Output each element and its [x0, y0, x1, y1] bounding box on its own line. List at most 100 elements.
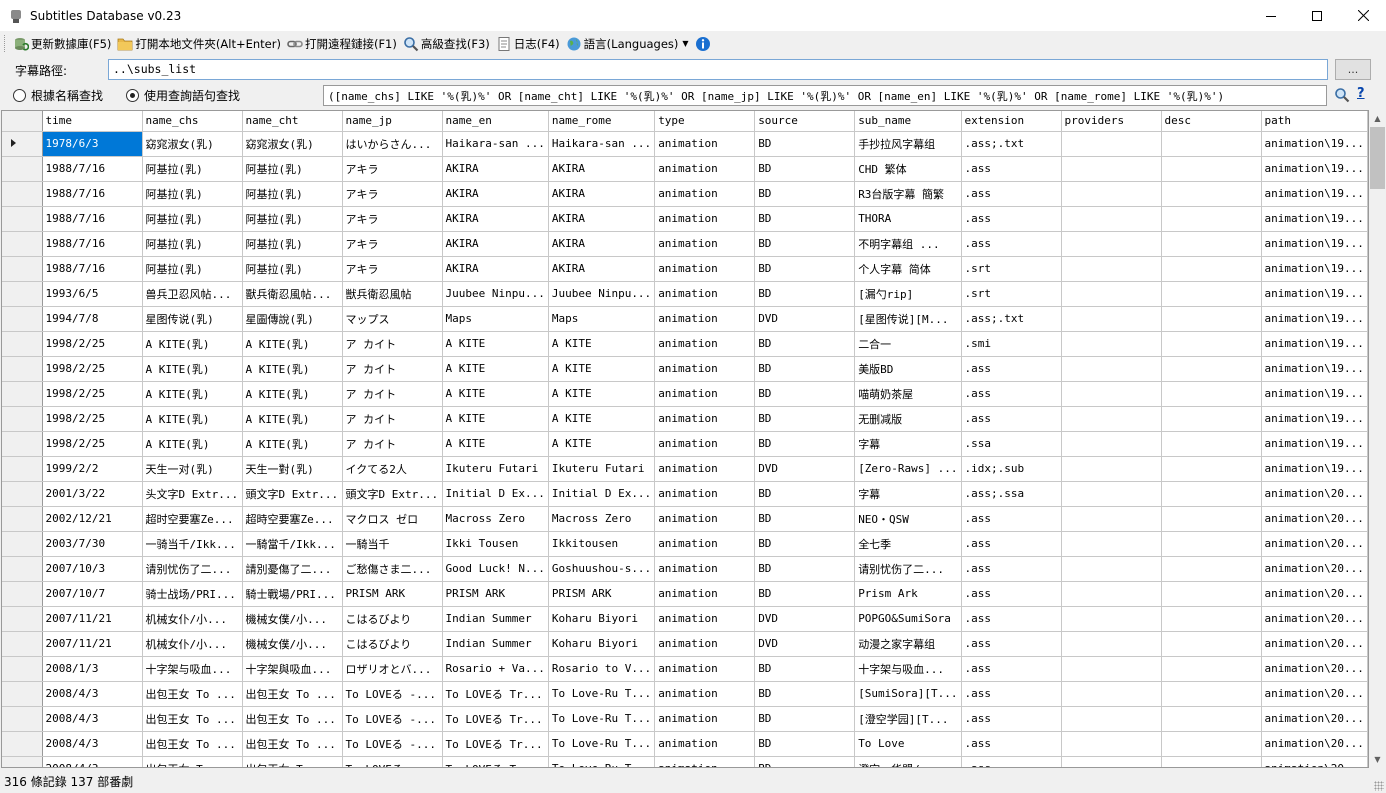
table-cell[interactable]: アキラ [342, 256, 443, 282]
table-cell[interactable]: 1988/7/16 [42, 206, 143, 232]
table-cell[interactable]: BD [754, 756, 856, 767]
table-cell[interactable]: animation\20... [1261, 481, 1368, 507]
table-cell[interactable]: [星图传说][M... [854, 306, 962, 332]
table-cell[interactable] [1061, 706, 1162, 732]
table-cell[interactable]: 阿基拉(乳) [242, 256, 343, 282]
table-cell[interactable]: animation\20... [1261, 631, 1368, 657]
table-cell[interactable] [1161, 181, 1262, 207]
column-header-time[interactable]: time [42, 111, 143, 132]
table-row[interactable]: 2008/4/3出包王女 To ...出包王女 To ...To LOVEる -… [2, 756, 1368, 767]
table-cell[interactable]: 一騎当千 [342, 531, 443, 557]
table-cell[interactable]: To LOVEる Tr... [442, 681, 549, 707]
table-cell[interactable]: animation\19... [1261, 306, 1368, 332]
table-cell[interactable]: animation\19... [1261, 431, 1368, 457]
table-cell[interactable]: .ass [961, 606, 1062, 632]
table-cell[interactable] [1061, 131, 1162, 157]
table-cell[interactable]: 窈窕淑女(乳) [142, 131, 243, 157]
table-cell[interactable]: animation\20... [1261, 581, 1368, 607]
table-cell[interactable]: animation [654, 531, 756, 557]
row-header[interactable] [2, 756, 43, 767]
table-cell[interactable]: animation\19... [1261, 456, 1368, 482]
table-cell[interactable]: .srt [961, 281, 1062, 307]
table-cell[interactable]: 阿基拉(乳) [242, 231, 343, 257]
table-cell[interactable]: animation [654, 606, 756, 632]
table-cell[interactable]: 十字架与吸血... [854, 656, 962, 682]
table-cell[interactable]: 2007/10/3 [42, 556, 143, 582]
table-cell[interactable]: 1998/2/25 [42, 431, 143, 457]
table-cell[interactable]: To LOVEる -... [342, 681, 443, 707]
table-cell[interactable]: animation\20... [1261, 731, 1368, 757]
table-cell[interactable]: animation [654, 456, 756, 482]
table-cell[interactable]: こはるびより [342, 631, 443, 657]
table-cell[interactable]: [SumiSora][T... [854, 681, 962, 707]
table-cell[interactable] [1061, 481, 1162, 507]
table-cell[interactable]: 阿基拉(乳) [242, 181, 343, 207]
table-cell[interactable]: DVD [754, 631, 856, 657]
table-cell[interactable] [1161, 381, 1262, 407]
table-cell[interactable]: .ass [961, 681, 1062, 707]
table-cell[interactable]: A KITE [442, 381, 549, 407]
table-cell[interactable]: 窈窕淑女(乳) [242, 131, 343, 157]
table-cell[interactable]: BD [754, 331, 856, 357]
row-header[interactable] [2, 206, 43, 232]
table-cell[interactable] [1061, 306, 1162, 332]
table-cell[interactable]: ご愁傷さま二... [342, 556, 443, 582]
table-cell[interactable]: Indian Summer [442, 606, 549, 632]
table-cell[interactable]: To Love-Ru T... [548, 731, 656, 757]
table-cell[interactable]: 1994/7/8 [42, 306, 143, 332]
table-cell[interactable]: 请别忧伤了二... [142, 556, 243, 582]
table-cell[interactable]: 阿基拉(乳) [142, 256, 243, 282]
table-cell[interactable]: Rosario to V... [548, 656, 656, 682]
table-row[interactable]: 1999/2/2 天生一对(乳) 天生一對(乳) イクてる2人 Ikuteru Futa… [2, 456, 1368, 482]
table-cell[interactable]: To LOVEる -... [342, 706, 443, 732]
scroll-down-icon[interactable]: ▼ [1369, 751, 1386, 768]
table-cell[interactable]: A KITE(乳) [142, 331, 243, 357]
table-cell[interactable]: animation [654, 131, 756, 157]
table-cell[interactable]: Koharu Biyori [548, 606, 656, 632]
table-cell[interactable]: Initial D Ex... [548, 481, 656, 507]
table-cell[interactable]: ア カイト [342, 381, 443, 407]
column-header-extension[interactable]: extension [961, 111, 1062, 132]
table-cell[interactable]: BD [754, 531, 856, 557]
table-cell[interactable]: animation\19... [1261, 406, 1368, 432]
table-cell[interactable]: アキラ [342, 181, 443, 207]
table-cell[interactable]: 騎士戰場/PRI... [242, 581, 343, 607]
table-cell[interactable]: Macross Zero [442, 506, 549, 532]
table-cell[interactable]: イクてる2人 [342, 456, 443, 482]
table-cell[interactable] [1161, 506, 1262, 532]
table-cell[interactable]: animation [654, 556, 756, 582]
table-cell[interactable]: animation\20... [1261, 556, 1368, 582]
table-cell[interactable]: BD [754, 481, 856, 507]
table-cell[interactable]: PRISM ARK [342, 581, 443, 607]
subtitle-path-input[interactable]: ..\subs_list [108, 59, 1328, 80]
table-cell[interactable]: animation [654, 631, 756, 657]
table-cell[interactable]: .ass [961, 631, 1062, 657]
table-cell[interactable]: animation [654, 281, 756, 307]
row-header[interactable] [2, 531, 43, 557]
row-header[interactable] [2, 231, 43, 257]
table-cell[interactable]: To LOVEる Tr... [442, 731, 549, 757]
table-cell[interactable]: 机械女仆/小... [142, 631, 243, 657]
table-row[interactable]: 1998/2/25 A KITE(乳) A KITE(乳) ア カイト A KITE A … [2, 431, 1368, 457]
scroll-thumb[interactable] [1370, 127, 1385, 189]
open-remote-link-button[interactable]: 打開遠程鏈接(F1) [285, 33, 400, 55]
table-cell[interactable]: To Love-Ru T... [548, 756, 656, 767]
table-cell[interactable]: 1998/2/25 [42, 406, 143, 432]
table-cell[interactable]: animation\20... [1261, 506, 1368, 532]
table-cell[interactable]: 不明字幕组 ... [854, 231, 962, 257]
table-cell[interactable]: 字幕 [854, 431, 962, 457]
table-cell[interactable] [1061, 606, 1162, 632]
table-row[interactable]: 1998/2/25 A KITE(乳) A KITE(乳) ア カイト A KITE A … [2, 356, 1368, 382]
table-cell[interactable]: BD [754, 656, 856, 682]
table-cell[interactable]: BD [754, 256, 856, 282]
column-header-desc[interactable]: desc [1161, 111, 1262, 132]
table-cell[interactable]: 出包王女 To ... [142, 756, 243, 767]
table-cell[interactable]: ア カイト [342, 331, 443, 357]
table-cell[interactable]: .ass [961, 531, 1062, 557]
table-cell[interactable]: 阿基拉(乳) [142, 206, 243, 232]
table-cell[interactable]: animation\20... [1261, 681, 1368, 707]
table-cell[interactable] [1061, 756, 1162, 767]
table-cell[interactable]: animation\20... [1261, 606, 1368, 632]
table-cell[interactable]: Juubee Ninpu... [548, 281, 656, 307]
table-cell[interactable]: Macross Zero [548, 506, 656, 532]
